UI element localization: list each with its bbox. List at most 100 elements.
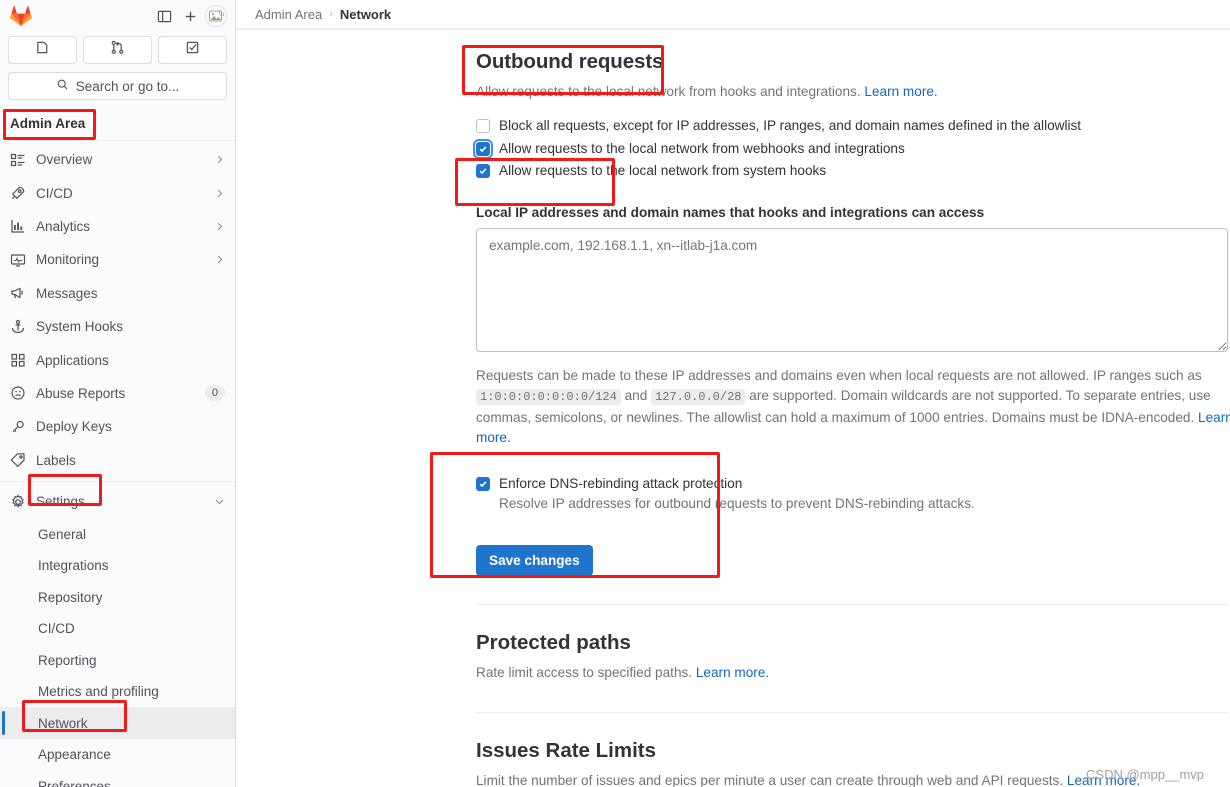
- sidebar-subitem-general[interactable]: General: [0, 518, 235, 550]
- merge-requests-icon: [110, 40, 125, 60]
- protected-paths-learn-more-link[interactable]: Learn more.: [696, 665, 769, 680]
- sidebar-item-settings[interactable]: Settings: [0, 485, 235, 518]
- outbound-description-text: Allow requests to the local network from…: [476, 84, 861, 99]
- watermark: CSDN @mpp__mvp: [1086, 767, 1204, 782]
- main-content: Admin Area › Network Outbound requests A…: [236, 0, 1230, 787]
- sidebar-item-label: Monitoring: [36, 252, 100, 268]
- helper-code-1: 1:0:0:0:0:0:0:0/124: [476, 389, 621, 405]
- sidebar-subitem-label: Preferences: [38, 778, 111, 787]
- allowlist-textarea[interactable]: [476, 227, 1228, 352]
- protected-paths-description-text: Rate limit access to specified paths.: [476, 665, 693, 680]
- user-avatar[interactable]: \u00e3: [205, 5, 227, 27]
- sidebar-subitem-integrations[interactable]: Integrations: [0, 550, 235, 582]
- sidebar-quick-actions: [0, 32, 235, 70]
- search-icon: [56, 78, 69, 94]
- sidebar-item-system-hooks[interactable]: System Hooks: [0, 310, 235, 343]
- toggle-sidebar-icon[interactable]: [151, 3, 177, 29]
- key-icon: [10, 419, 26, 435]
- chart-icon: [10, 218, 26, 234]
- sidebar-subitem-appearance[interactable]: Appearance: [0, 739, 235, 771]
- sidebar-subitem-metrics-and-profiling[interactable]: Metrics and profiling: [0, 676, 235, 708]
- sidebar-item-applications[interactable]: Applications: [0, 343, 235, 376]
- sidebar-item-messages[interactable]: Messages: [0, 277, 235, 310]
- section-divider-2: [476, 712, 1228, 713]
- sidebar-subitem-preferences[interactable]: Preferences: [0, 770, 235, 787]
- hook-icon: [10, 319, 26, 335]
- breadcrumb-current: Network: [339, 6, 392, 22]
- sidebar-item-label: Labels: [36, 452, 76, 468]
- sidebar-nav: Overview CI/CD Analytics Monitoring Mess…: [0, 141, 235, 787]
- issues-button[interactable]: [8, 36, 77, 64]
- sidebar-item-cicd[interactable]: CI/CD: [0, 176, 235, 209]
- sidebar-item-overview[interactable]: Overview: [0, 143, 235, 176]
- checkbox-row-block-all-requests[interactable]: Block all requests, except for IP addres…: [476, 115, 1230, 138]
- new-item-icon[interactable]: [177, 3, 203, 29]
- gitlab-logo[interactable]: [10, 5, 32, 27]
- checkbox-row-allow-webhooks[interactable]: Allow requests to the local network from…: [473, 138, 1230, 161]
- issues-rate-limits-description-text: Limit the number of issues and epics per…: [476, 773, 1064, 787]
- chevron-right-icon: [214, 254, 225, 265]
- checkbox-label: Allow requests to the local network from…: [499, 163, 827, 178]
- chevron-right-icon: [214, 221, 225, 232]
- sidebar-divider: [0, 480, 235, 482]
- search-input[interactable]: Search or go to...: [8, 72, 227, 100]
- helper-part-2: and: [620, 388, 652, 403]
- sidebar-item-label: Deploy Keys: [36, 419, 112, 435]
- sidebar-subitem-network[interactable]: Network: [0, 707, 235, 739]
- helper-part-1: Requests can be made to these IP address…: [476, 367, 1202, 383]
- gear-icon: [10, 493, 26, 510]
- save-changes-button[interactable]: Save changes: [476, 545, 593, 576]
- page-title: Outbound requests: [476, 50, 664, 73]
- breadcrumb-root[interactable]: Admin Area: [255, 7, 322, 22]
- sidebar-item-label: Settings: [36, 494, 85, 510]
- todos-icon: [185, 40, 200, 60]
- megaphone-icon: [10, 285, 26, 301]
- checkbox-row-dns-rebinding[interactable]: Enforce DNS-rebinding attack protection: [476, 473, 1230, 496]
- sidebar-subitem-repository[interactable]: Repository: [0, 581, 235, 613]
- outbound-description: Allow requests to the local network from…: [476, 84, 1230, 99]
- todos-button[interactable]: [158, 36, 227, 64]
- helper-code-2: 127.0.0.0/28: [651, 389, 746, 405]
- sidebar-item-label: Messages: [36, 285, 98, 301]
- outbound-learn-more-link[interactable]: Learn more.: [864, 84, 937, 99]
- sidebar-subitem-reporting[interactable]: Reporting: [0, 644, 235, 676]
- merge-requests-button[interactable]: [83, 36, 152, 64]
- abuse-icon: [10, 385, 26, 401]
- dns-rebinding-block: Enforce DNS-rebinding attack protection …: [476, 473, 1230, 511]
- sidebar-item-deploy-keys[interactable]: Deploy Keys: [0, 410, 235, 443]
- sidebar-item-monitoring[interactable]: Monitoring: [0, 243, 235, 276]
- checkbox-label: Allow requests to the local network from…: [499, 140, 905, 156]
- allowlist-helper-text: Requests can be made to these IP address…: [476, 366, 1230, 449]
- sidebar-subitem-label: General: [38, 526, 87, 542]
- sidebar-item-label: Applications: [36, 352, 109, 368]
- sidebar-item-analytics[interactable]: Analytics: [0, 210, 235, 243]
- protected-paths-description: Rate limit access to specified paths. Le…: [476, 665, 1230, 680]
- sidebar-subitem-label: Reporting: [38, 652, 97, 668]
- sidebar-item-label: Abuse Reports: [36, 385, 126, 401]
- monitor-icon: [10, 252, 26, 268]
- sidebar-item-abuse-reports[interactable]: Abuse Reports 0: [0, 377, 235, 410]
- sidebar-item-labels[interactable]: Labels: [0, 444, 235, 477]
- applications-icon: [10, 352, 26, 368]
- sidebar-subitem-label: Repository: [38, 589, 103, 605]
- sidebar-item-label: Analytics: [36, 218, 91, 234]
- allow-local-network-system-hooks-checkbox[interactable]: [476, 164, 490, 178]
- issues-icon: [35, 40, 50, 60]
- settings-content: Outbound requests Allow requests to the …: [236, 30, 1230, 787]
- outbound-checkbox-group: Block all requests, except for IP addres…: [473, 115, 1230, 183]
- dns-rebinding-help-text: Resolve IP addresses for outbound reques…: [499, 496, 975, 511]
- allowlist-label: Local IP addresses and domain names that…: [476, 204, 985, 220]
- sidebar-subitem-label: CI/CD: [38, 621, 75, 637]
- sidebar-item-label: Overview: [36, 152, 93, 168]
- abuse-reports-count-badge: 0: [204, 385, 225, 402]
- allow-local-network-webhooks-checkbox[interactable]: [473, 138, 493, 159]
- sidebar-item-label: System Hooks: [36, 319, 124, 335]
- sidebar-subitem-cicd[interactable]: CI/CD: [0, 613, 235, 645]
- enforce-dns-rebinding-checkbox[interactable]: [476, 476, 490, 491]
- sidebar-context-admin-area[interactable]: Admin Area: [0, 108, 235, 141]
- rocket-icon: [10, 185, 26, 201]
- sidebar-subitem-label: Appearance: [38, 747, 111, 763]
- chevron-right-icon: [214, 188, 225, 199]
- checkbox-row-allow-system-hooks[interactable]: Allow requests to the local network from…: [476, 160, 1230, 183]
- block-all-requests-checkbox[interactable]: [476, 119, 490, 133]
